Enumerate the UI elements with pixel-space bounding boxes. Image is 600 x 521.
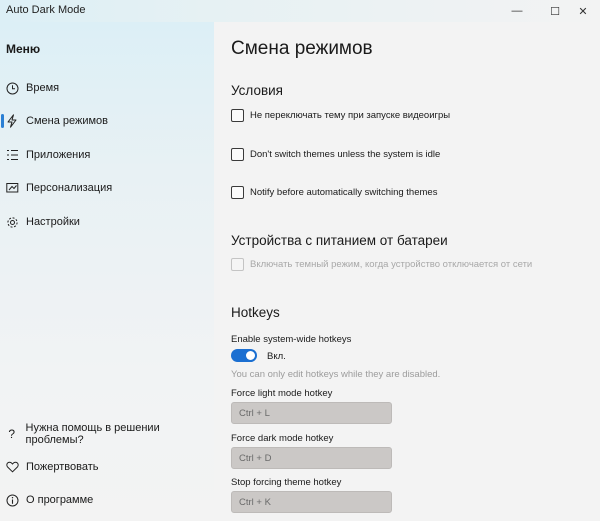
checkbox-box[interactable] [231, 186, 244, 199]
sidebar-item-label: Время [26, 82, 60, 94]
minimize-button[interactable]: — [500, 0, 534, 22]
main-content: Смена режимов Условия Не переключать тем… [214, 22, 600, 521]
sidebar-item-label: Нужна помощь в решении проблемы? [25, 422, 160, 446]
gear-icon [5, 215, 19, 229]
heart-icon [5, 460, 19, 474]
sidebar-item-label: Приложения [26, 149, 91, 161]
battery-heading: Устройства с питанием от батареи [231, 233, 448, 248]
app-title: Auto Dark Mode [6, 4, 86, 16]
page-title: Смена режимов [231, 38, 373, 59]
force-dark-hotkey-field[interactable]: Ctrl + D [231, 447, 392, 469]
sidebar-item-label: Пожертвовать [26, 461, 99, 473]
close-button[interactable]: ✕ [566, 0, 600, 22]
maximize-icon: ☐ [550, 5, 560, 18]
sidebar-item-time[interactable]: Время [0, 74, 214, 102]
clock-icon [5, 81, 19, 95]
force-light-hotkey-field[interactable]: Ctrl + L [231, 402, 392, 424]
checkbox-box[interactable] [231, 148, 244, 161]
force-dark-hotkey-label: Force dark mode hotkey [231, 433, 334, 444]
lightning-icon [5, 114, 19, 128]
sidebar-item-help[interactable]: ? Нужна помощь в решении проблемы? [0, 420, 214, 448]
hotkeys-hint: You can only edit hotkeys while they are… [231, 369, 441, 380]
sidebar-item-personalization[interactable]: Персонализация [0, 174, 214, 202]
checkbox-box [231, 258, 244, 271]
force-light-hotkey-label: Force light mode hotkey [231, 388, 333, 399]
question-icon: ? [8, 427, 16, 441]
sidebar-item-switch-modes[interactable]: Смена режимов [0, 107, 214, 135]
conditions-heading: Условия [231, 83, 283, 98]
personalize-icon [5, 181, 19, 195]
checkbox-label: Включать темный режим, когда устройство … [250, 259, 533, 270]
notify-before-switch-checkbox[interactable]: Notify before automatically switching th… [231, 186, 437, 199]
checkbox-label: Don't switch themes unless the system is… [250, 149, 441, 160]
menu-title: Меню [6, 42, 41, 56]
idle-only-checkbox[interactable]: Don't switch themes unless the system is… [231, 148, 440, 161]
list-icon [5, 148, 19, 162]
hotkeys-heading: Hotkeys [231, 305, 280, 320]
toggle-state-label: Вкл. [267, 351, 286, 362]
checkbox-label: Notify before automatically switching th… [250, 187, 438, 198]
minimize-icon: — [511, 5, 523, 17]
sidebar-item-apps[interactable]: Приложения [0, 141, 214, 169]
sidebar-item-donate[interactable]: Пожертвовать [0, 453, 214, 481]
sidebar-item-label: Настройки [26, 216, 80, 228]
close-icon: ✕ [578, 5, 588, 18]
info-icon [5, 493, 19, 507]
checkbox-box[interactable] [231, 109, 244, 122]
sidebar-item-label: О программе [26, 494, 94, 506]
toggle-knob [246, 351, 255, 360]
stop-forcing-hotkey-label: Stop forcing theme hotkey [231, 477, 342, 488]
battery-dark-mode-checkbox: Включать темный режим, когда устройство … [231, 258, 532, 271]
title-bar: Auto Dark Mode — ☐ ✕ [0, 0, 600, 22]
checkbox-label: Не переключать тему при запуске видеоигр… [250, 110, 451, 121]
enable-hotkeys-label: Enable system-wide hotkeys [231, 334, 352, 345]
sidebar-item-about[interactable]: О программе [0, 486, 214, 514]
sidebar-item-label: Смена режимов [26, 115, 109, 127]
enable-hotkeys-toggle[interactable] [231, 349, 257, 362]
no-switch-gaming-checkbox[interactable]: Не переключать тему при запуске видеоигр… [231, 109, 450, 122]
sidebar-item-label: Персонализация [26, 182, 113, 194]
stop-forcing-hotkey-field[interactable]: Ctrl + K [231, 491, 392, 513]
sidebar: Меню Время Смена режимов Приложения Перс… [0, 22, 214, 521]
sidebar-item-settings[interactable]: Настройки [0, 208, 214, 236]
